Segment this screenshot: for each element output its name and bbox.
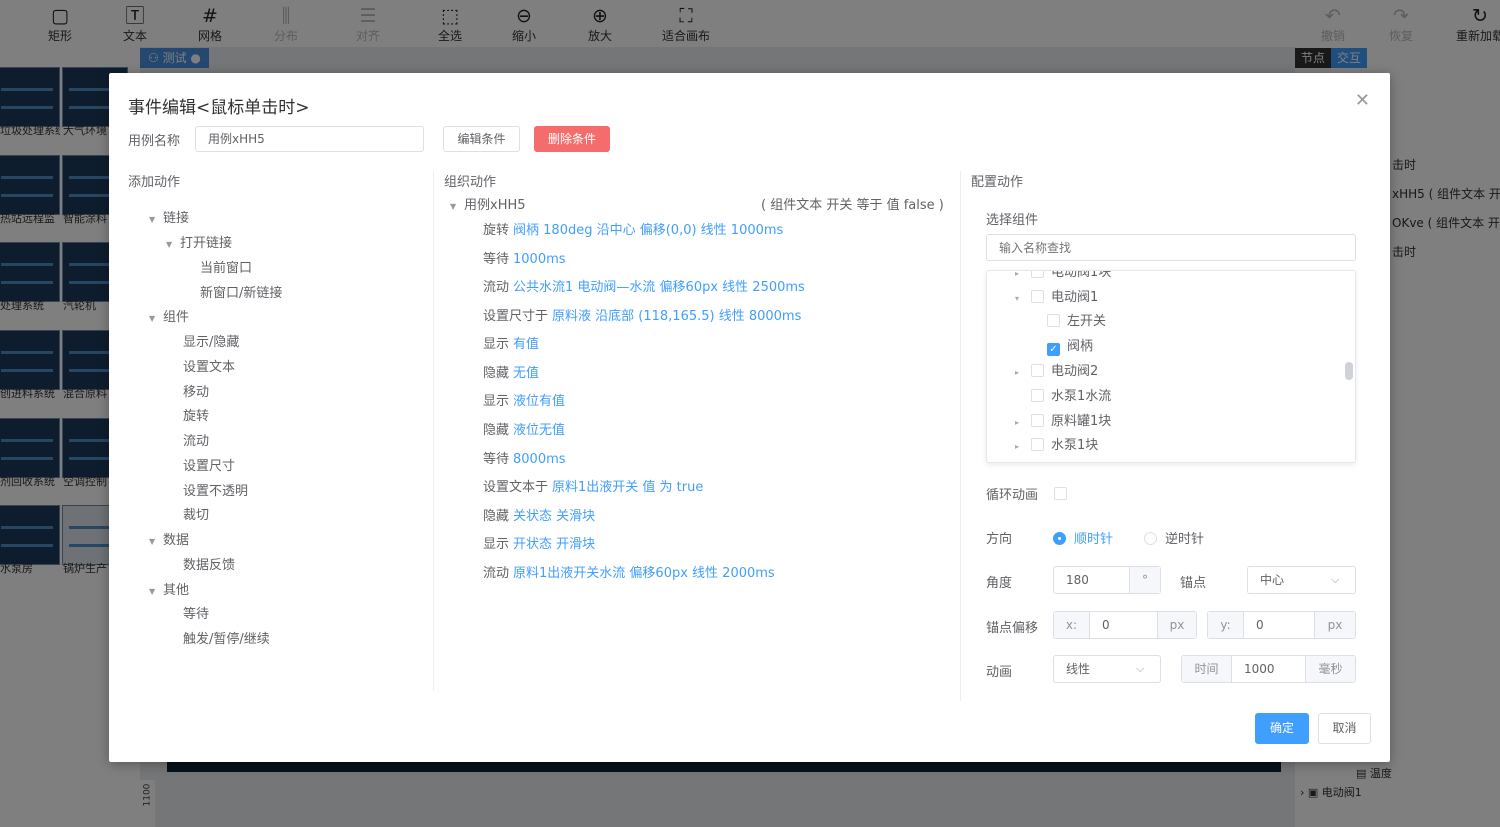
tree-scrollbar[interactable] (1345, 362, 1353, 380)
clockwise-radio[interactable]: 顺时针 (1053, 528, 1113, 547)
caret-icon[interactable]: ▸ (1015, 271, 1031, 283)
angle-unit: ° (1129, 567, 1160, 593)
tree-item-data-feedback[interactable]: 数据反馈 (183, 554, 235, 573)
angle-input[interactable]: 180 ° (1053, 566, 1161, 594)
column-divider (960, 171, 961, 701)
caret-icon[interactable]: ▸ (1015, 414, 1031, 432)
chevron-down-icon: ▼ (166, 240, 173, 249)
animation-time-input[interactable]: 时间 1000 毫秒 (1181, 655, 1356, 683)
tree-item-open-link[interactable]: ▼ 打开链接 (166, 232, 232, 251)
event-edit-dialog: 事件编辑<鼠标单击时> ✕ 用例名称 用例xHH5 编辑条件 删除条件 添加动作… (109, 73, 1390, 762)
component-tree[interactable]: ▸ 电动阀1块 ▾ 电动阀1 左开关 ✓ 阀柄 ▸ 电动阀2 水泵1水流 ▸ 原料罐1块 … (986, 270, 1356, 463)
action-item[interactable]: 流动 原料1出液开关水流 偏移60px 线性 2000ms (483, 562, 775, 581)
action-item[interactable]: 显示 开状态 开滑块 (483, 533, 595, 552)
tree-item-set-text[interactable]: 设置文本 (183, 356, 235, 375)
add-action-title: 添加动作 (128, 175, 181, 190)
direction-label: 方向 (986, 532, 1013, 547)
chevron-down-icon: ▼ (149, 537, 156, 546)
cancel-button[interactable]: 取消 (1318, 713, 1371, 744)
select-component-label: 选择组件 (986, 213, 1039, 228)
usecase-node[interactable]: ▼ 用例xHH5 (450, 194, 526, 213)
usecase-name-label: 用例名称 (128, 134, 181, 149)
caret-icon[interactable]: ▸ (1015, 438, 1031, 456)
checkbox[interactable] (1047, 314, 1060, 327)
checkbox-checked[interactable]: ✓ (1047, 343, 1060, 356)
component-node[interactable]: ▸ 电动阀1块 (1015, 271, 1111, 283)
radio-checked (1053, 532, 1066, 545)
dialog-title: 事件编辑<鼠标单击时> (128, 98, 310, 118)
radio (1144, 532, 1157, 545)
checkbox[interactable] (1031, 364, 1044, 377)
component-search-input[interactable] (986, 234, 1356, 261)
loop-animation-checkbox[interactable] (1054, 487, 1067, 500)
chevron-down-icon: ▼ (149, 587, 156, 596)
tree-item-link[interactable]: ▼ 链接 (149, 207, 189, 226)
chevron-down-icon: ▼ (149, 215, 156, 224)
chevron-down-icon: ▼ (149, 314, 156, 323)
checkbox[interactable] (1031, 414, 1044, 427)
action-item[interactable]: 隐藏 关状态 关滑块 (483, 505, 595, 524)
config-title: 配置动作 (971, 175, 1024, 190)
angle-label: 角度 (986, 576, 1013, 591)
checkbox[interactable] (1031, 271, 1044, 278)
action-item[interactable]: 等待 1000ms (483, 248, 566, 267)
tree-item-trigger[interactable]: 触发/暂停/继续 (183, 628, 270, 647)
edit-condition-button[interactable]: 编辑条件 (443, 126, 520, 152)
anchor-offset-x-input[interactable]: x: 0 px (1053, 611, 1197, 639)
anchor-select[interactable]: 中心 ⌵ (1247, 566, 1356, 594)
tree-item-set-size[interactable]: 设置尺寸 (183, 455, 235, 474)
component-node[interactable]: 左开关 (1047, 313, 1106, 331)
tree-item-current-window[interactable]: 当前窗口 (200, 257, 252, 276)
tree-item-show-hide[interactable]: 显示/隐藏 (183, 331, 239, 350)
usecase-name-input[interactable]: 用例xHH5 (195, 126, 424, 152)
action-item[interactable]: 显示 有值 (483, 333, 539, 352)
loop-animation-label: 循环动画 (986, 488, 1039, 503)
tree-item-set-opacity[interactable]: 设置不透明 (183, 480, 248, 499)
action-item[interactable]: 隐藏 液位无值 (483, 419, 565, 438)
chevron-down-icon: ⌵ (1136, 662, 1145, 675)
tree-item-wait[interactable]: 等待 (183, 603, 209, 622)
ok-button[interactable]: 确定 (1255, 713, 1309, 744)
checkbox[interactable] (1031, 290, 1044, 303)
animation-easing-select[interactable]: 线性 ⌵ (1053, 655, 1161, 683)
animation-label: 动画 (986, 665, 1013, 680)
caret-icon[interactable]: ▸ (1015, 364, 1031, 382)
action-item[interactable]: 隐藏 无值 (483, 362, 539, 381)
delete-condition-button[interactable]: 删除条件 (534, 126, 610, 152)
anchor-offset-y-input[interactable]: y: 0 px (1207, 611, 1356, 639)
component-node[interactable]: ▾ 电动阀1 (1015, 289, 1098, 307)
tree-item-data[interactable]: ▼ 数据 (149, 529, 189, 548)
tree-item-component[interactable]: ▼ 组件 (149, 306, 189, 325)
anchor-label: 锚点 (1180, 576, 1207, 591)
action-item[interactable]: 等待 8000ms (483, 448, 566, 467)
action-item[interactable]: 显示 液位有值 (483, 390, 565, 409)
checkbox[interactable] (1031, 389, 1044, 402)
action-item[interactable]: 设置尺寸于 原料液 沿底部 (118,165.5) 线性 8000ms (483, 305, 801, 324)
tree-item-flow[interactable]: 流动 (183, 430, 209, 449)
anchor-offset-label: 锚点偏移 (986, 621, 1039, 636)
caret-icon[interactable]: ▾ (1015, 290, 1031, 308)
counterclockwise-radio[interactable]: 逆时针 (1144, 528, 1204, 547)
tree-item-move[interactable]: 移动 (183, 381, 209, 400)
organize-title: 组织动作 (444, 175, 497, 190)
usecase-condition: ( 组件文本 开关 等于 值 false ) (761, 198, 944, 213)
column-divider (433, 171, 434, 691)
action-item[interactable]: 设置文本于 原料1出液开关 值 为 true (483, 476, 703, 495)
tree-item-other[interactable]: ▼ 其他 (149, 579, 189, 598)
checkbox[interactable] (1031, 438, 1044, 451)
component-node[interactable]: ▸ 电动阀2 (1015, 363, 1098, 381)
component-node[interactable]: 水泵1水流 (1031, 388, 1111, 406)
tree-item-clip[interactable]: 裁切 (183, 504, 209, 523)
chevron-down-icon: ▼ (450, 202, 457, 211)
chevron-down-icon: ⌵ (1331, 573, 1340, 586)
component-node[interactable]: ✓ 阀柄 (1047, 338, 1093, 356)
close-icon[interactable]: ✕ (1355, 90, 1370, 111)
tree-item-rotate[interactable]: 旋转 (183, 405, 209, 424)
component-node[interactable]: ▸ 水泵1块 (1015, 437, 1098, 455)
tree-item-new-window[interactable]: 新窗口/新链接 (200, 282, 282, 301)
component-node[interactable]: ▸ 原料罐1块 (1015, 413, 1111, 431)
action-item[interactable]: 旋转 阀柄 180deg 沿中心 偏移(0,0) 线性 1000ms (483, 219, 783, 238)
action-item[interactable]: 流动 公共水流1 电动阀—水流 偏移60px 线性 2500ms (483, 276, 805, 295)
